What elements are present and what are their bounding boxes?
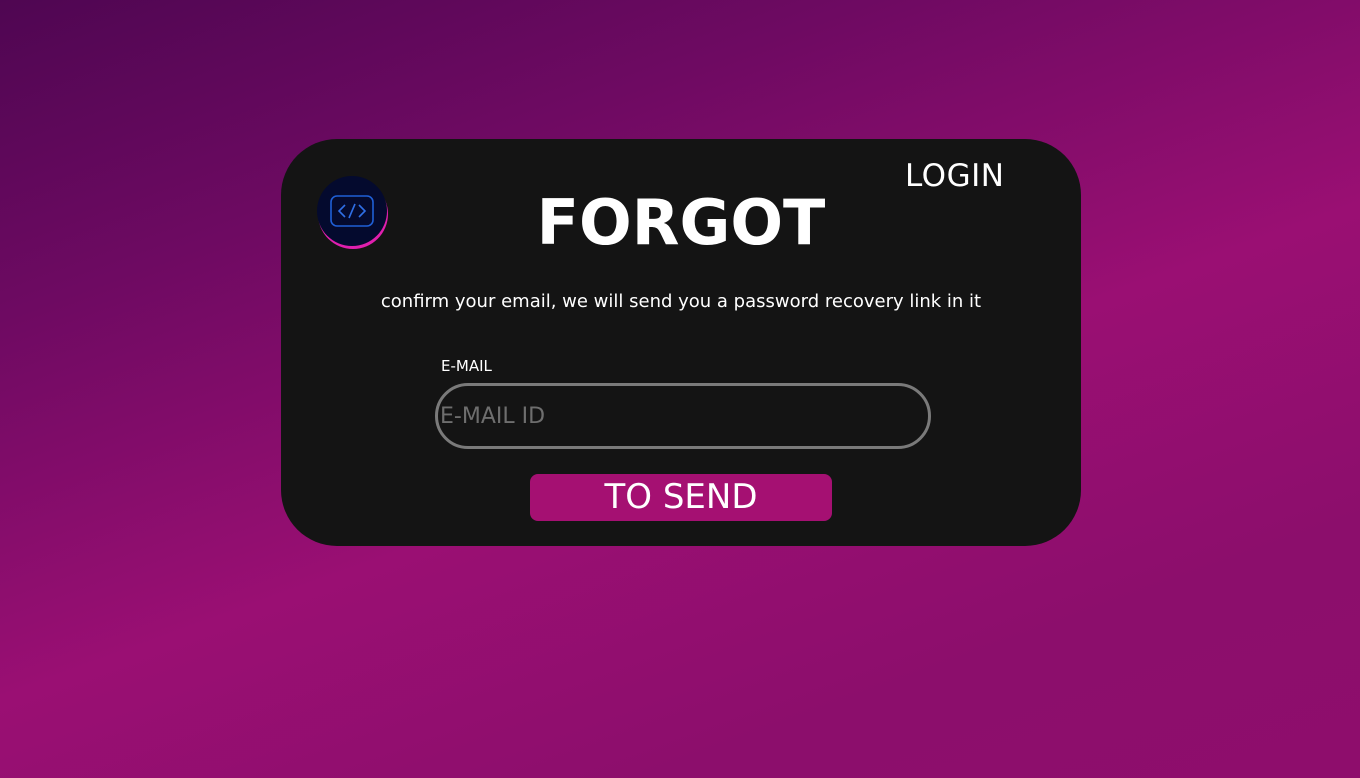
page-title: FORGOT [536, 186, 826, 259]
forgot-password-card: LOGIN FORGOT confirm your email, we will… [281, 139, 1081, 546]
email-input[interactable] [435, 383, 931, 449]
page-background: { "header": { "login_label": "LOGIN", "t… [0, 0, 1360, 778]
instructions-text: confirm your email, we will send you a p… [380, 291, 982, 312]
email-label: E-MAIL [441, 357, 492, 375]
send-button[interactable]: TO SEND [530, 474, 832, 521]
